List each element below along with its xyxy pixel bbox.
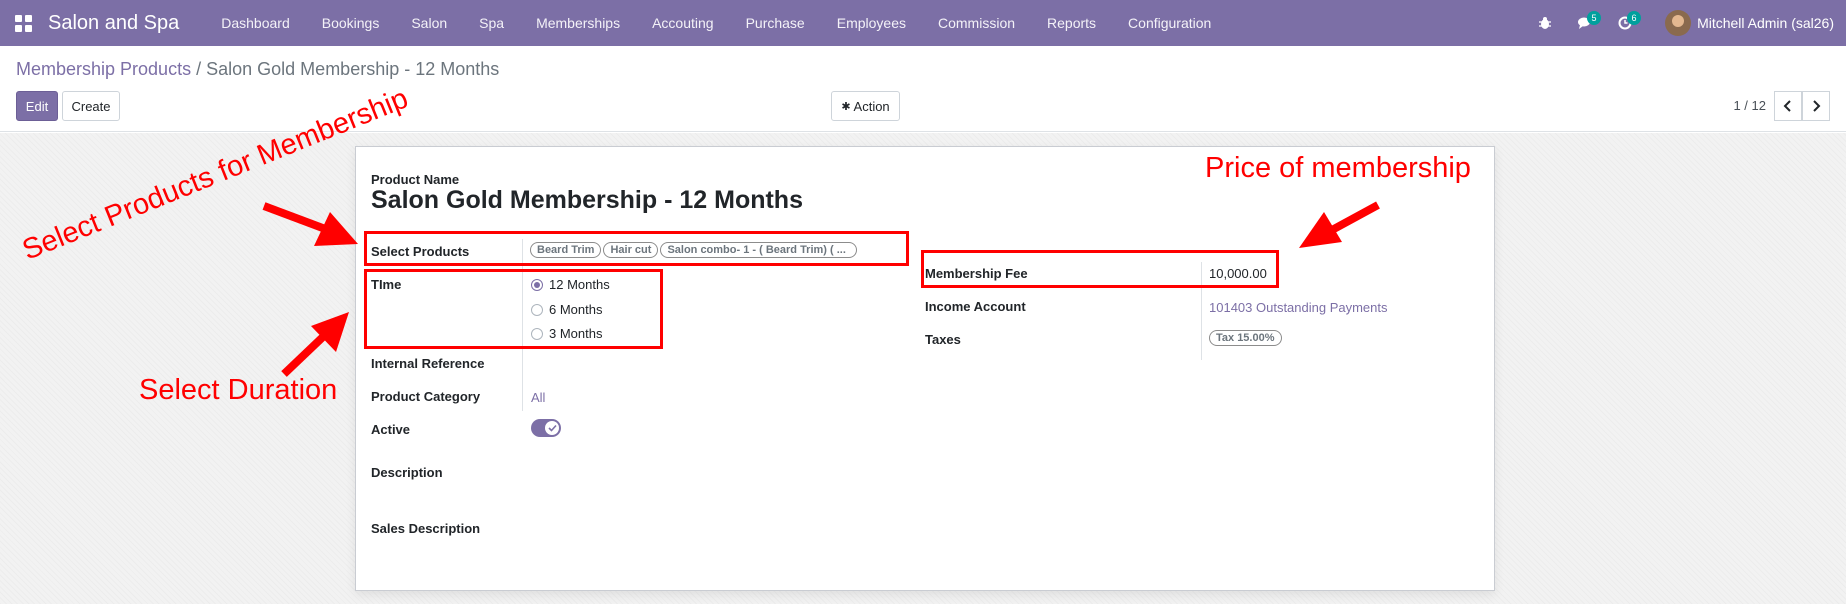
annotation-select-duration: Select Duration (139, 374, 338, 406)
annotation-arrows (262, 201, 1380, 377)
annotation-price: Price of membership (1205, 152, 1471, 184)
